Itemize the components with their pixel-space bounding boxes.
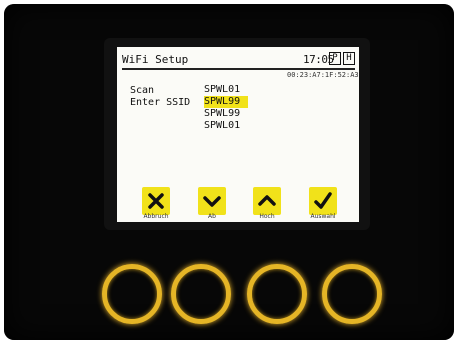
cancel-softkey[interactable] <box>142 187 170 215</box>
chevron-down-icon <box>203 196 221 207</box>
hardware-button-3[interactable] <box>247 264 307 324</box>
select-softkey[interactable] <box>309 187 337 215</box>
down-softkey[interactable] <box>198 187 226 215</box>
softkey-label-up: Hoch <box>259 213 275 220</box>
softkey-label-select: Auswahl <box>310 213 336 220</box>
chevron-up-icon <box>258 195 276 206</box>
softkey-label-cancel: Abbruch <box>143 213 169 220</box>
menu-item-scan[interactable]: Scan <box>130 85 154 96</box>
x-icon <box>148 193 164 209</box>
title-bar: WiFi Setup 17:05 P H <box>117 47 359 69</box>
title-divider <box>122 68 355 70</box>
ssid-list-item-selected[interactable]: SPWL99 <box>204 96 248 108</box>
softkey-label-down: Ab <box>208 213 216 220</box>
ssid-list-item[interactable]: SPWL01 <box>204 84 248 96</box>
checkmark-icon <box>314 192 332 209</box>
page-title: WiFi Setup <box>122 53 189 66</box>
display-screen: WiFi Setup 17:05 P H 00:23:A7:1F:52:A3 S… <box>117 47 359 222</box>
mac-address: 00:23:A7:1F:52:A3 <box>287 71 359 79</box>
up-softkey[interactable] <box>253 187 281 215</box>
hardware-button-2[interactable] <box>171 264 231 324</box>
ssid-list-item[interactable]: SPWL99 <box>204 108 248 120</box>
status-h-indicator: H <box>343 52 355 65</box>
status-p-indicator: P <box>329 52 341 65</box>
menu-item-enter-ssid[interactable]: Enter SSID <box>130 97 190 108</box>
hardware-button-1[interactable] <box>102 264 162 324</box>
ssid-list-item[interactable]: SPWL01 <box>204 120 248 132</box>
hardware-button-4[interactable] <box>322 264 382 324</box>
